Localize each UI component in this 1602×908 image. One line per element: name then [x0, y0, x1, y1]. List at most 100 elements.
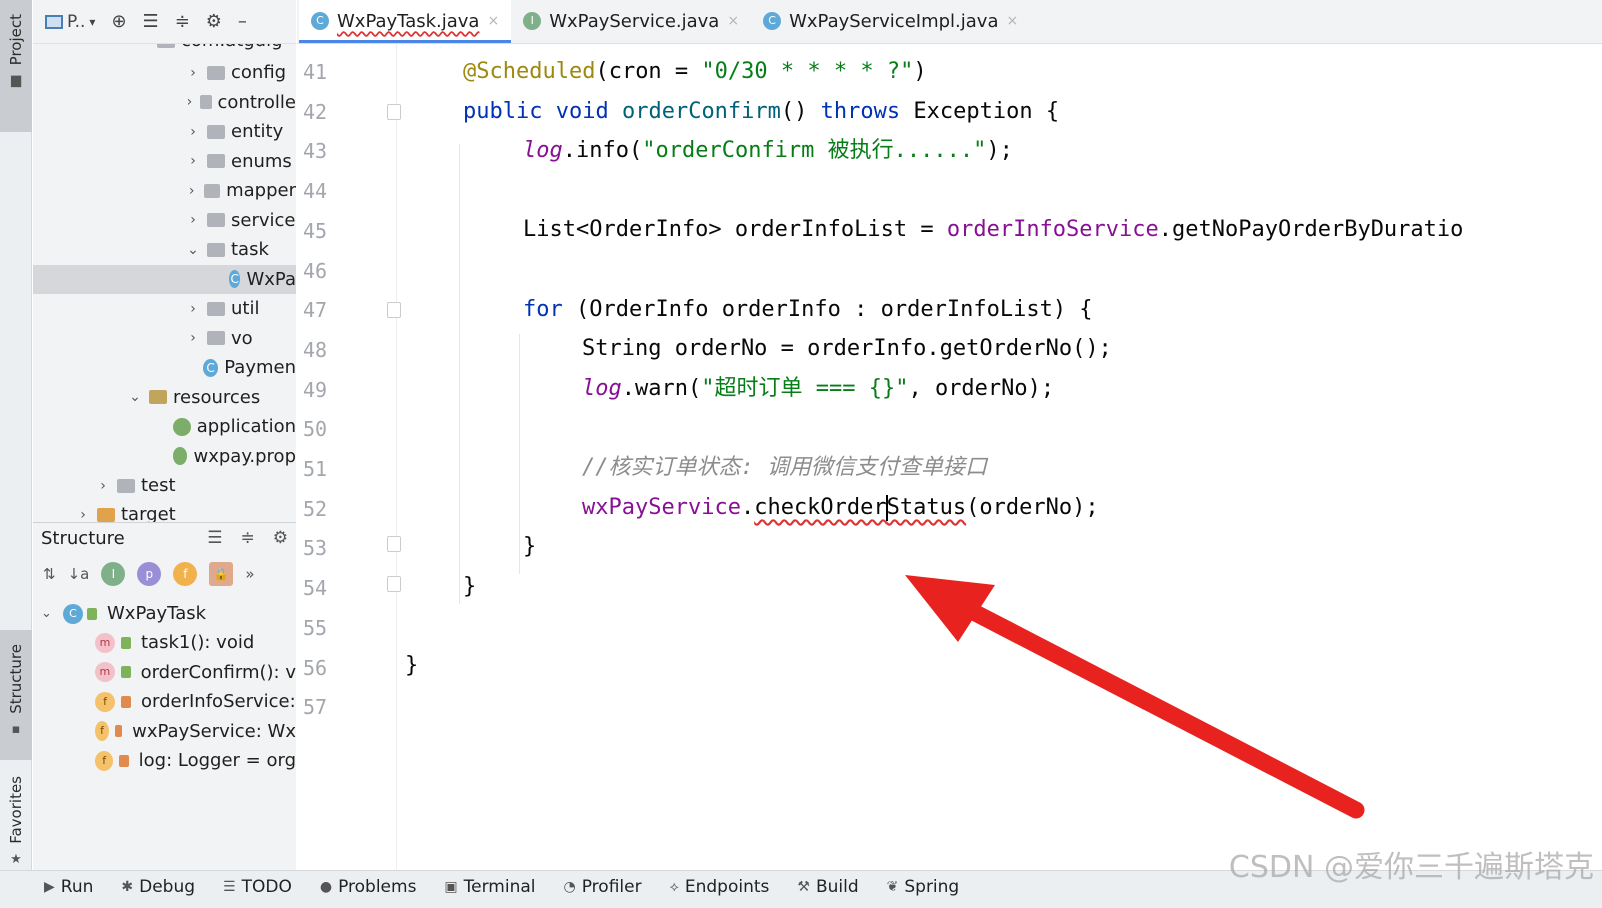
structure-icon: ▪	[11, 721, 21, 737]
chevron-right-icon[interactable]: ›	[93, 478, 113, 494]
bottom-tab-endpoints[interactable]: ⟡ Endpoints	[670, 871, 770, 897]
tree-item-enums[interactable]: › enums	[33, 147, 296, 176]
collapse-all-icon[interactable]: ≑	[241, 528, 255, 548]
folder-icon	[207, 242, 225, 257]
bottom-tab-problems[interactable]: ● Problems	[320, 871, 417, 897]
chevron-right-icon[interactable]: ›	[183, 65, 203, 81]
tree-item-util[interactable]: › util	[33, 294, 296, 323]
class-icon: C	[229, 270, 241, 288]
structure-member[interactable]: f wxPayService: Wx	[33, 717, 296, 746]
tree-item-task[interactable]: ⌄ task	[33, 235, 296, 264]
chevron-right-icon[interactable]: ›	[183, 330, 203, 346]
chevron-right-icon[interactable]: ›	[73, 507, 93, 523]
show-inherited-icon[interactable]: I	[101, 562, 126, 586]
bottom-tab-build[interactable]: ⚒ Build	[797, 871, 858, 897]
lock-icon	[115, 725, 123, 737]
tree-item-label: vo	[231, 327, 253, 349]
folder-icon	[207, 301, 225, 316]
tree-item-config[interactable]: › config	[33, 58, 296, 87]
tree-item-label: resources	[173, 386, 261, 408]
more-icon[interactable]: »	[245, 565, 254, 583]
tree-item-entity[interactable]: › entity	[33, 117, 296, 146]
structure-header: Structure ☰ ≑ ⚙	[33, 523, 296, 553]
folder-icon	[117, 478, 135, 493]
endpoints-icon: ⟡	[669, 879, 679, 895]
chevron-down-icon: ▾	[89, 14, 96, 29]
run-icon: ▶	[44, 879, 55, 895]
sort-alphabetically-icon[interactable]: ↓a	[68, 565, 90, 583]
target-folder-icon	[97, 507, 115, 522]
tree-item-controlle[interactable]: › controlle	[33, 88, 296, 117]
chevron-right-icon[interactable]: ›	[183, 94, 196, 110]
public-access-icon	[121, 636, 131, 649]
expand-all-icon[interactable]: ☰	[143, 11, 159, 32]
show-properties-icon[interactable]: p	[137, 562, 162, 586]
tree-item-label: target	[121, 504, 176, 522]
structure-member-label: task1(): void	[141, 632, 255, 653]
tree-item-paymen[interactable]: C Paymen	[33, 353, 296, 382]
code-area[interactable]: @Scheduled(cron = "0/30 * * * * ?") publ…	[397, 44, 1602, 870]
indent-guide	[459, 144, 460, 604]
collapse-all-icon[interactable]: ≑	[175, 11, 190, 32]
show-non-public-icon[interactable]: 🔒	[209, 562, 234, 586]
tree-item-test[interactable]: › test	[33, 471, 296, 500]
code-line-47: for (OrderInfo orderInfo : orderInfoList…	[523, 297, 1093, 322]
structure-root[interactable]: ⌄ C WxPayTask	[33, 599, 296, 628]
close-icon[interactable]: ×	[487, 13, 499, 29]
tree-item-resources[interactable]: ⌄ resources	[33, 383, 296, 412]
chevron-down-icon[interactable]: ⌄	[125, 389, 145, 405]
chevron-right-icon[interactable]: ›	[183, 301, 203, 317]
structure-member[interactable]: f log: Logger = org	[33, 746, 296, 775]
tree-item-wxpa[interactable]: C WxPa	[33, 264, 296, 294]
bottom-tab-profiler[interactable]: ◔ Profiler	[564, 871, 642, 897]
tree-item-target[interactable]: › target	[33, 500, 296, 522]
editor-tab[interactable]: C WxPayTask.java ×	[299, 0, 512, 43]
line-number: 51	[303, 457, 328, 481]
line-number: 55	[303, 615, 328, 640]
bottom-tab-label: Spring	[904, 877, 960, 897]
expand-all-icon[interactable]: ☰	[207, 528, 222, 548]
tree-item-application[interactable]: application	[33, 412, 296, 441]
chevron-right-icon[interactable]: ›	[183, 124, 203, 140]
show-fields-icon[interactable]: f	[173, 562, 198, 586]
gear-icon[interactable]: ⚙	[206, 11, 222, 32]
tree-item-label: Paymen	[224, 357, 296, 378]
chevron-down-icon: ⌄	[41, 606, 52, 621]
editor-tab[interactable]: I WxPayService.java ×	[511, 0, 751, 43]
left-tool-strip: Project ▆ Structure ▪ Favorites ★	[0, 0, 32, 908]
public-access-icon	[120, 666, 131, 678]
close-icon[interactable]: ×	[1007, 13, 1019, 29]
bottom-tab-todo[interactable]: ☰ TODO	[223, 871, 292, 897]
project-view-label: P..	[67, 11, 86, 32]
sort-by-visibility-icon[interactable]: ⇅	[43, 565, 56, 583]
chevron-right-icon[interactable]: ›	[183, 212, 203, 228]
structure-member[interactable]: m task1(): void	[33, 628, 296, 657]
editor-tab[interactable]: C WxPayServiceImpl.java ×	[751, 0, 1030, 43]
tree-item-vo[interactable]: › vo	[33, 324, 296, 353]
bottom-tab-label: Problems	[338, 877, 417, 897]
bottom-tab-spring[interactable]: ❦ Spring	[887, 871, 960, 897]
window-icon	[45, 14, 63, 29]
favorites-tool-tab[interactable]: Favorites ★	[0, 770, 32, 880]
structure-member[interactable]: f orderInfoService:	[33, 687, 296, 716]
chevron-down-icon[interactable]: ⌄	[183, 242, 203, 258]
structure-member[interactable]: m orderConfirm(): v	[33, 658, 296, 687]
close-icon[interactable]: ×	[727, 13, 739, 29]
tree-item-label: config	[231, 62, 287, 83]
structure-tool-tab[interactable]: Structure ▪	[0, 630, 32, 760]
hide-icon[interactable]: –	[238, 11, 247, 32]
bottom-tab-debug[interactable]: ✱ Debug	[121, 871, 195, 897]
code-line-49: log.warn("超时订单 === {}", orderNo);	[582, 376, 1055, 401]
locate-icon[interactable]: ⊕	[111, 11, 126, 32]
gear-icon[interactable]: ⚙	[273, 528, 288, 548]
bottom-tab-run[interactable]: ▶ Run	[44, 871, 93, 897]
tree-item-wxpay-prop[interactable]: wxpay.prop	[33, 442, 296, 471]
bottom-tab-terminal[interactable]: ▣ Terminal	[444, 871, 535, 897]
project-view-selector[interactable]: P.. ▾	[45, 12, 95, 32]
chevron-right-icon[interactable]: ›	[183, 183, 200, 199]
tree-item-service[interactable]: › service	[33, 206, 296, 235]
tree-item-mapper[interactable]: › mapper	[33, 176, 296, 205]
structure-member-label: wxPayService: Wx	[132, 720, 296, 742]
project-tool-tab[interactable]: Project ▆	[0, 0, 32, 132]
chevron-right-icon[interactable]: ›	[183, 153, 203, 169]
